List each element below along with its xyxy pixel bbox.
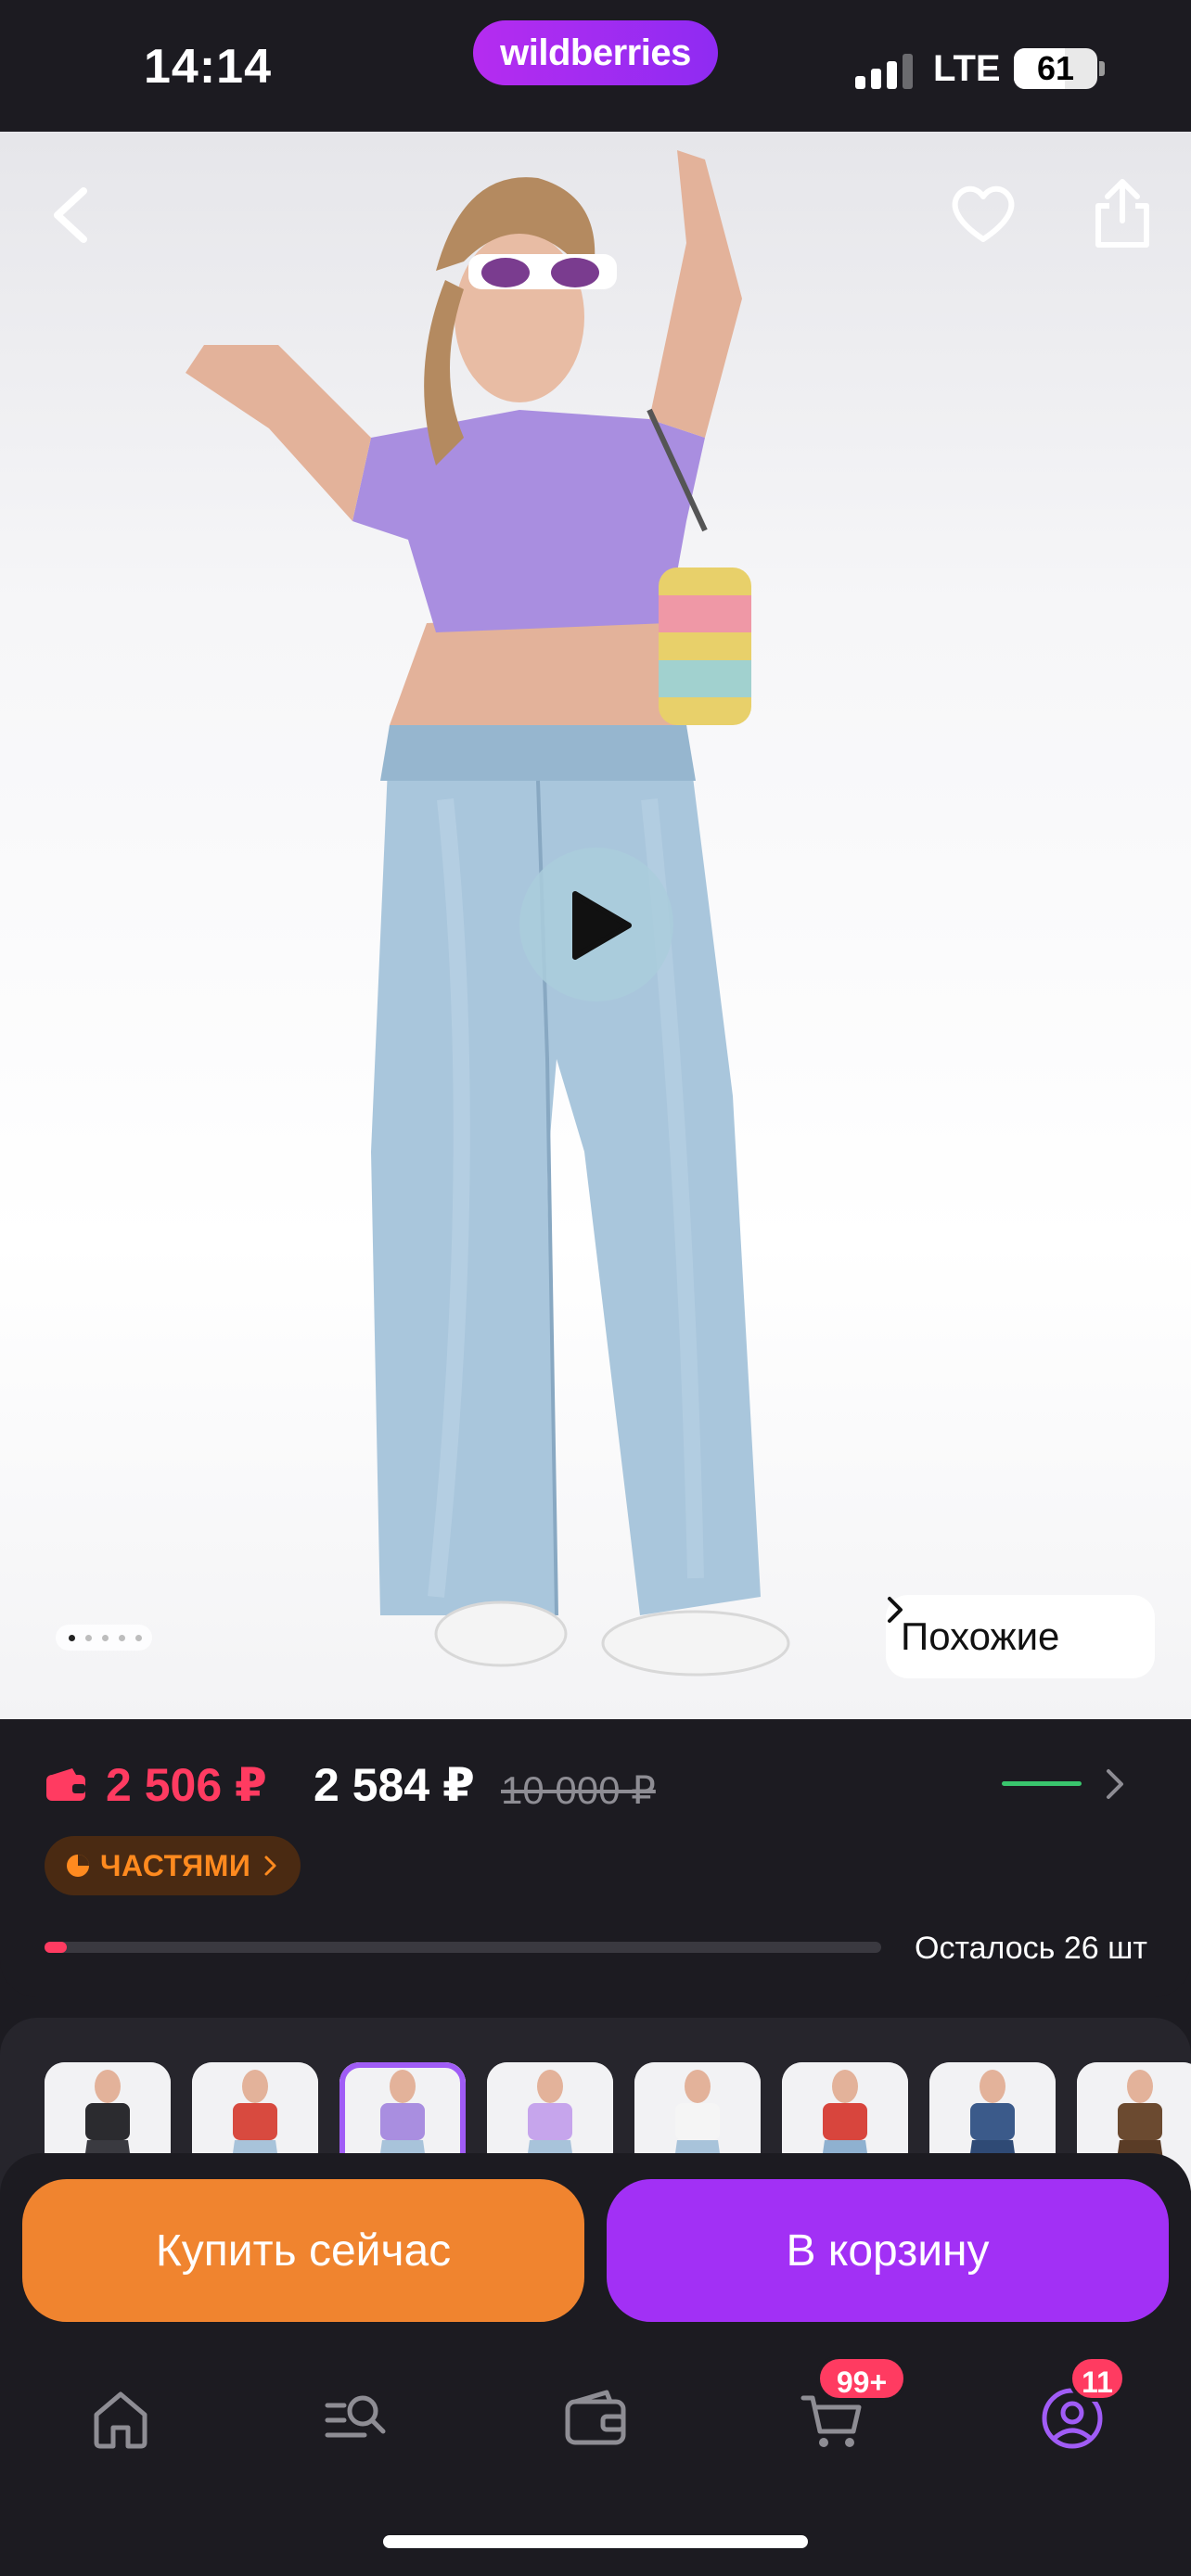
- profile-badge: 11: [1069, 2355, 1126, 2402]
- chevron-left-icon: [54, 187, 87, 243]
- price-trend-indicator[interactable]: [1002, 1781, 1082, 1786]
- catalog-search-icon: [325, 2395, 386, 2438]
- pagination-dot: [102, 1635, 109, 1641]
- chevron-right-icon: [264, 1855, 276, 1876]
- product-gallery[interactable]: Похожие: [0, 132, 1191, 1719]
- home-indicator: [383, 2535, 808, 2548]
- status-time: 14:14: [144, 40, 272, 94]
- old-price: 10 000 ₽: [501, 1768, 656, 1812]
- share-icon: [1095, 179, 1149, 248]
- stock-remaining: Осталось 26 шт: [915, 1931, 1147, 1966]
- home-icon: [94, 2391, 147, 2449]
- chevron-right-icon[interactable]: [1104, 1767, 1126, 1801]
- play-icon: [572, 891, 632, 960]
- gallery-pagination: [56, 1625, 152, 1651]
- wallet-icon: [46, 1768, 85, 1801]
- similar-products-button[interactable]: Похожие: [886, 1595, 1155, 1678]
- add-to-cart-label: В корзину: [786, 2225, 990, 2276]
- battery-tip: [1099, 61, 1105, 76]
- tab-home[interactable]: [83, 2381, 158, 2455]
- battery-level: 61: [1036, 49, 1075, 87]
- price: 2 584 ₽: [314, 1759, 475, 1811]
- heart-icon: [952, 185, 1015, 242]
- action-bar: Купить сейчас В корзину: [0, 2153, 1191, 2329]
- price-card: 2 506 ₽ 2 584 ₽ 10 000 ₽ ЧАСТЯМИ Осталос…: [0, 1719, 1191, 1997]
- stock-progress-fill: [45, 1942, 67, 1953]
- similar-products-label: Похожие: [901, 1614, 1060, 1658]
- back-button[interactable]: [37, 178, 102, 252]
- buy-now-label: Купить сейчас: [155, 2225, 452, 2276]
- pie-chart-icon: [67, 1855, 89, 1877]
- pagination-dot: [69, 1635, 75, 1641]
- tab-wallet[interactable]: [558, 2381, 633, 2455]
- brand-name: wildberries: [500, 32, 691, 73]
- brand-logo: wildberries: [473, 20, 718, 85]
- installments-badge[interactable]: ЧАСТЯМИ: [45, 1836, 301, 1895]
- buy-now-button[interactable]: Купить сейчас: [22, 2179, 584, 2322]
- status-bar: 14:14 wildberries LTE 61: [0, 0, 1191, 132]
- favorite-button[interactable]: [946, 176, 1020, 250]
- signal-icon: [855, 54, 915, 89]
- wallet-icon: [565, 2390, 626, 2445]
- stock-progress: [45, 1942, 881, 1953]
- share-button[interactable]: [1085, 172, 1159, 252]
- cart-badge: 99+: [816, 2355, 907, 2402]
- wallet-price: 2 506 ₽: [106, 1759, 267, 1811]
- pagination-dot: [119, 1635, 125, 1641]
- chevron-right-icon: [888, 1597, 903, 1623]
- play-video-button[interactable]: [519, 848, 673, 1001]
- installments-label: ЧАСТЯМИ: [100, 1848, 251, 1882]
- battery-icon: 61: [1014, 48, 1097, 89]
- add-to-cart-button[interactable]: В корзину: [607, 2179, 1169, 2322]
- tab-catalog[interactable]: [320, 2381, 394, 2455]
- network-type: LTE: [933, 48, 1001, 89]
- pagination-dot: [135, 1635, 142, 1641]
- pagination-dot: [85, 1635, 92, 1641]
